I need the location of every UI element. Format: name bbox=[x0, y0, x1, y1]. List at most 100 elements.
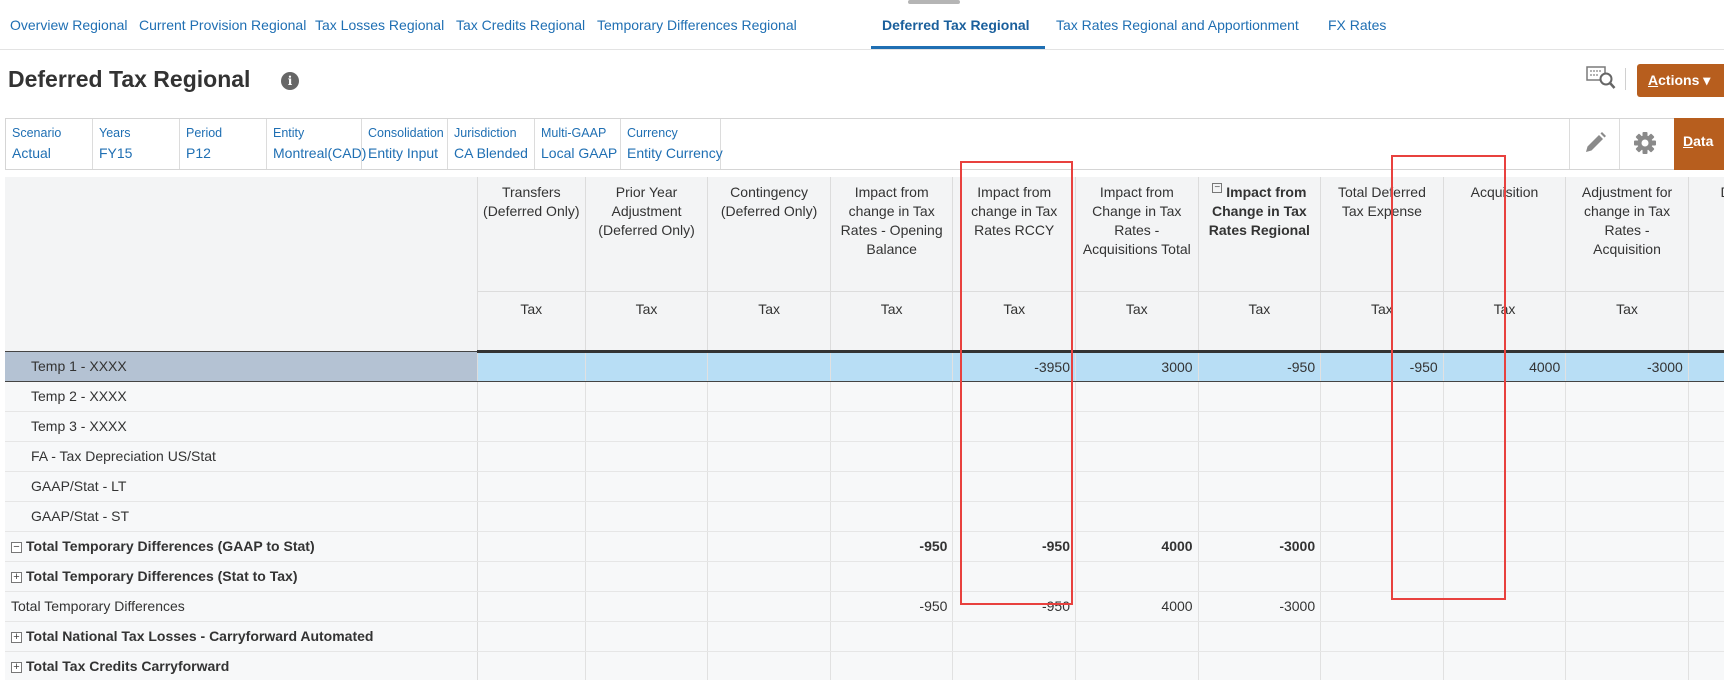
grid-cell[interactable] bbox=[477, 441, 586, 472]
column-header[interactable]: Acquisition bbox=[1443, 177, 1567, 291]
edit-button[interactable] bbox=[1569, 119, 1619, 169]
table-row[interactable]: + Total Tax Credits Carryforward bbox=[5, 651, 1724, 680]
grid-cell[interactable] bbox=[707, 531, 831, 562]
inspect-data-icon[interactable] bbox=[1586, 64, 1616, 90]
grid-cell[interactable] bbox=[1320, 621, 1444, 652]
grid-cell[interactable] bbox=[707, 381, 831, 412]
grid-cell[interactable]: -950 bbox=[1320, 350, 1444, 382]
actions-button[interactable]: Actions ▾ bbox=[1637, 64, 1724, 97]
table-row[interactable]: FA - Tax Depreciation US/Stat bbox=[5, 441, 1724, 472]
drag-handle[interactable] bbox=[908, 0, 960, 4]
pov-value[interactable]: P12 bbox=[186, 145, 266, 161]
tab-tax-losses-regional[interactable]: Tax Losses Regional bbox=[315, 17, 444, 33]
grid-cell[interactable] bbox=[830, 350, 954, 382]
grid-cell[interactable] bbox=[707, 350, 831, 382]
grid-cell[interactable] bbox=[952, 441, 1076, 472]
row-header[interactable]: GAAP/Stat - LT bbox=[5, 471, 478, 502]
tab-fx-rates[interactable]: FX Rates bbox=[1328, 17, 1386, 33]
grid-cell[interactable] bbox=[952, 621, 1076, 652]
grid-cell[interactable] bbox=[1320, 591, 1444, 622]
pov-value[interactable]: Entity Currency bbox=[627, 145, 723, 161]
expand-icon[interactable]: + bbox=[11, 661, 22, 673]
grid-cell[interactable] bbox=[830, 471, 954, 502]
table-row[interactable]: + Total National Tax Losses - Carryforwar… bbox=[5, 621, 1724, 652]
row-header[interactable]: Total Temporary Differences bbox=[5, 591, 478, 622]
grid-cell[interactable]: -3000 bbox=[1198, 591, 1322, 622]
grid-cell[interactable] bbox=[830, 501, 954, 532]
grid-cell[interactable] bbox=[1075, 621, 1199, 652]
grid-cell[interactable] bbox=[1565, 561, 1689, 592]
grid-cell[interactable] bbox=[1688, 501, 1724, 532]
pov-currency[interactable]: Currency Entity Currency bbox=[621, 119, 723, 169]
grid-cell[interactable] bbox=[585, 651, 709, 680]
grid-cell[interactable] bbox=[1565, 411, 1689, 442]
grid-cell[interactable] bbox=[830, 411, 954, 442]
pov-entity[interactable]: Entity Montreal(CAD) bbox=[267, 119, 366, 169]
grid-cell[interactable] bbox=[1565, 471, 1689, 502]
grid-cell[interactable]: -3000 bbox=[1565, 350, 1689, 382]
tab-current-provision-regional[interactable]: Current Provision Regional bbox=[139, 17, 306, 33]
column-header[interactable]: Impact from change in Tax Rates - Openin… bbox=[830, 177, 954, 291]
table-row[interactable]: Temp 2 - XXXX bbox=[5, 381, 1724, 412]
grid-cell[interactable] bbox=[1198, 441, 1322, 472]
grid-cell[interactable] bbox=[1075, 411, 1199, 442]
grid-cell[interactable] bbox=[1075, 471, 1199, 502]
grid-cell[interactable] bbox=[952, 651, 1076, 680]
grid-cell[interactable] bbox=[1320, 441, 1444, 472]
tab-temporary-differences-regional[interactable]: Temporary Differences Regional bbox=[597, 17, 797, 33]
grid-cell[interactable] bbox=[1443, 561, 1567, 592]
table-row[interactable]: − Total Temporary Differences (GAAP to St… bbox=[5, 531, 1724, 562]
grid-cell[interactable] bbox=[1688, 350, 1724, 382]
column-header[interactable]: Impact from change in Tax Rates RCCY bbox=[952, 177, 1076, 291]
grid-cell[interactable] bbox=[1443, 531, 1567, 562]
grid-cell[interactable] bbox=[1443, 441, 1567, 472]
grid-cell[interactable] bbox=[830, 441, 954, 472]
row-header[interactable]: + Total National Tax Losses - Carryforwar… bbox=[5, 621, 478, 652]
grid-cell[interactable] bbox=[585, 501, 709, 532]
grid-cell[interactable] bbox=[1688, 651, 1724, 680]
grid-cell[interactable] bbox=[1075, 501, 1199, 532]
tab-overview-regional[interactable]: Overview Regional bbox=[10, 17, 128, 33]
grid-cell[interactable] bbox=[585, 471, 709, 502]
settings-button[interactable] bbox=[1619, 119, 1669, 169]
grid-cell[interactable] bbox=[585, 531, 709, 562]
grid-cell[interactable] bbox=[830, 651, 954, 680]
grid-cell[interactable] bbox=[1075, 651, 1199, 680]
column-header[interactable]: Transfers (Deferred Only) bbox=[477, 177, 586, 291]
row-header[interactable]: − Total Temporary Differences (GAAP to St… bbox=[5, 531, 478, 562]
column-header[interactable]: Impact from Change in Tax Rates - Acquis… bbox=[1075, 177, 1199, 291]
grid-cell[interactable] bbox=[585, 621, 709, 652]
grid-cell[interactable]: -3950 bbox=[952, 350, 1076, 382]
grid-cell[interactable] bbox=[1565, 531, 1689, 562]
grid-cell[interactable] bbox=[585, 411, 709, 442]
grid-cell[interactable] bbox=[1198, 561, 1322, 592]
row-header[interactable]: Temp 1 - XXXX bbox=[5, 350, 478, 382]
pov-value[interactable]: Entity Input bbox=[368, 145, 447, 161]
row-header[interactable]: + Total Tax Credits Carryforward bbox=[5, 651, 478, 680]
pov-value[interactable]: Actual bbox=[12, 145, 92, 161]
grid-cell[interactable] bbox=[1688, 561, 1724, 592]
grid-cell[interactable] bbox=[1198, 651, 1322, 680]
pov-consolidation[interactable]: Consolidation Entity Input bbox=[362, 119, 448, 169]
table-row[interactable]: Total Temporary Differences -950 -950 4000-… bbox=[5, 591, 1724, 622]
grid-cell[interactable] bbox=[477, 621, 586, 652]
grid-cell[interactable] bbox=[707, 411, 831, 442]
grid-cell[interactable] bbox=[1320, 411, 1444, 442]
pov-scenario[interactable]: Scenario Actual bbox=[6, 119, 93, 169]
row-header[interactable]: GAAP/Stat - ST bbox=[5, 501, 478, 532]
grid-cell[interactable] bbox=[1688, 591, 1724, 622]
grid-cell[interactable] bbox=[477, 561, 586, 592]
grid-cell[interactable] bbox=[1198, 501, 1322, 532]
grid-cell[interactable]: -950 bbox=[830, 591, 954, 622]
pov-value[interactable]: Montreal(CAD) bbox=[273, 145, 366, 161]
grid-cell[interactable] bbox=[1443, 591, 1567, 622]
grid-cell[interactable] bbox=[952, 501, 1076, 532]
grid-cell[interactable] bbox=[1565, 501, 1689, 532]
grid-cell[interactable] bbox=[1443, 471, 1567, 502]
row-header[interactable]: FA - Tax Depreciation US/Stat bbox=[5, 441, 478, 472]
grid-cell[interactable] bbox=[1565, 651, 1689, 680]
tab-deferred-tax-regional[interactable]: Deferred Tax Regional bbox=[882, 17, 1030, 33]
grid-cell[interactable] bbox=[1688, 621, 1724, 652]
grid-cell[interactable] bbox=[707, 471, 831, 502]
expand-icon[interactable]: + bbox=[11, 571, 22, 583]
